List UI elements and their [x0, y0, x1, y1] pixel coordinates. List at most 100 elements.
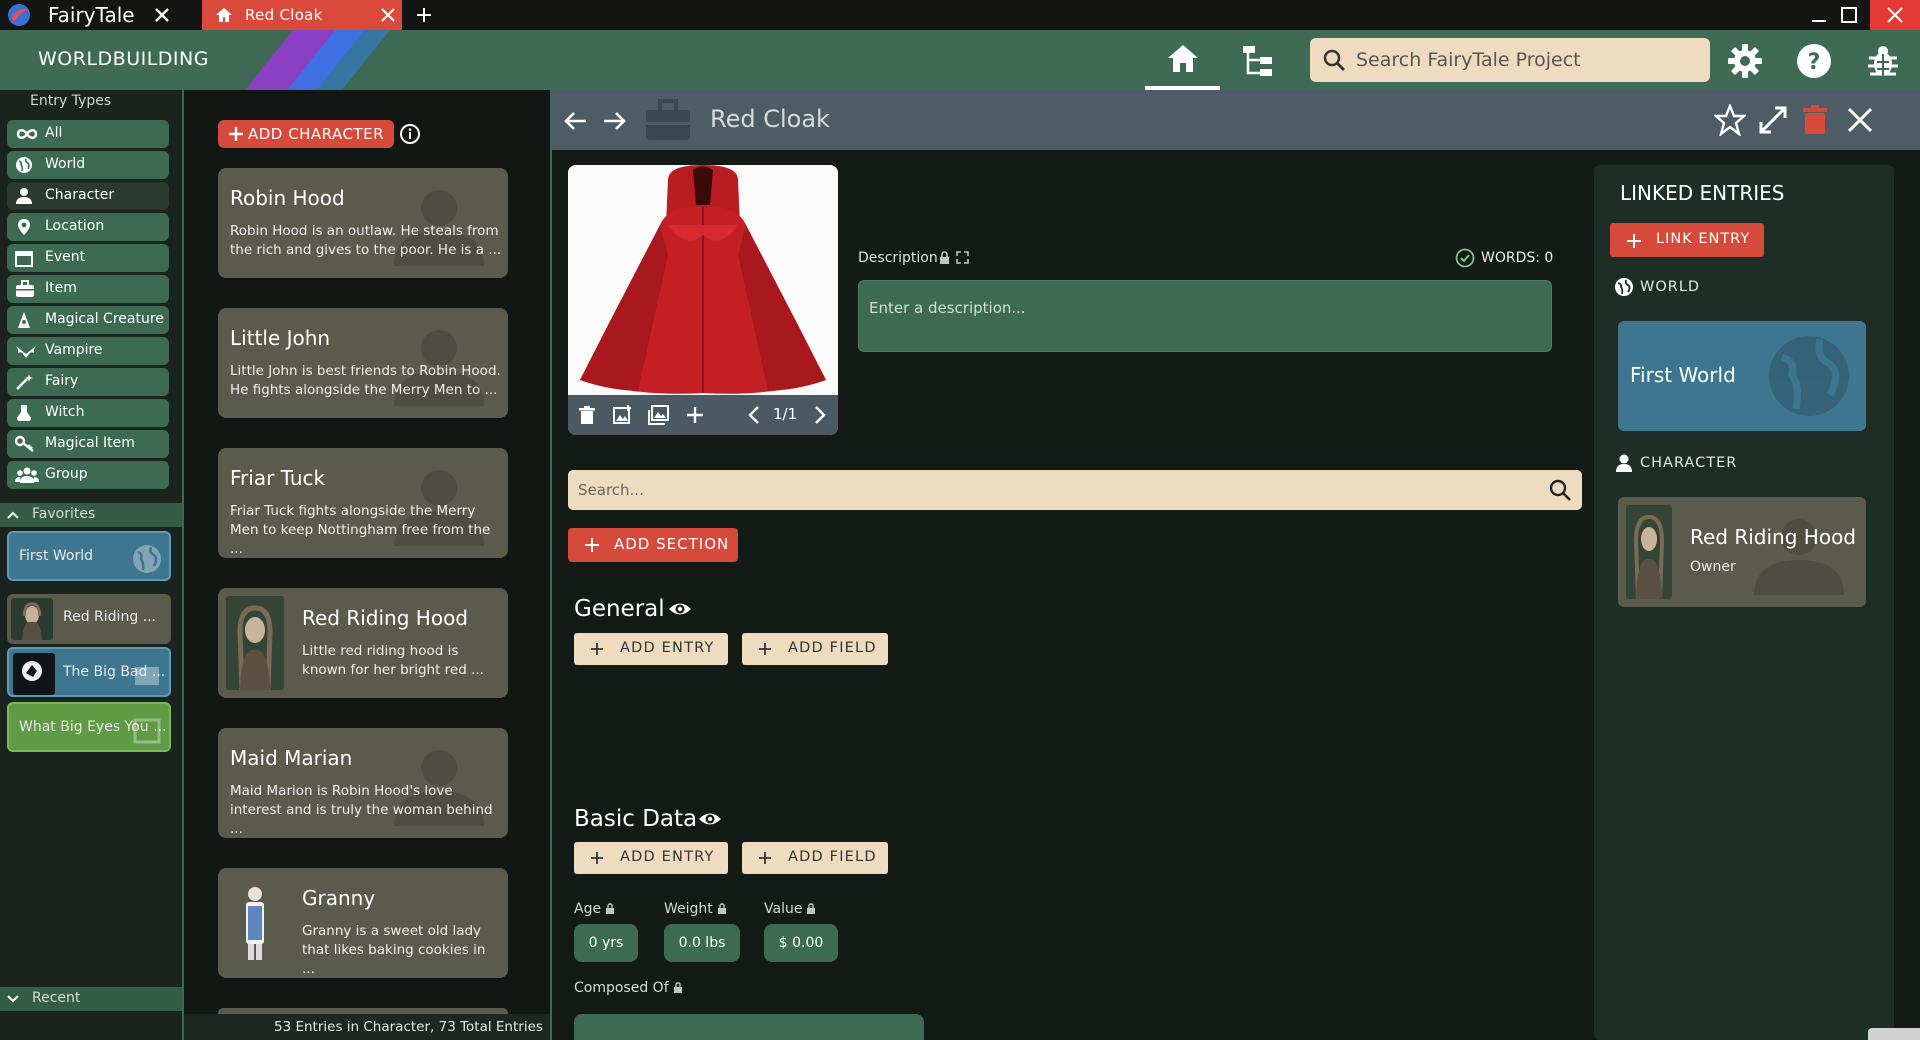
bug-icon[interactable]	[1864, 42, 1902, 80]
recent-header[interactable]: Recent	[0, 987, 182, 1011]
section-search-input[interactable]	[578, 479, 1518, 501]
back-arrow-icon[interactable]	[562, 107, 590, 135]
eye-icon[interactable]	[668, 597, 692, 621]
chevron-right-icon[interactable]	[808, 404, 830, 426]
favorite-red-riding[interactable]: Red Riding ...	[7, 594, 171, 644]
entry-description: Little red riding hood is known for her …	[302, 643, 484, 678]
wolf-thumbnail	[13, 653, 55, 695]
value-value[interactable]: $ 0.00	[764, 924, 838, 962]
type-label: Item	[45, 280, 77, 296]
section-title: WORLDBUILDING	[38, 48, 209, 70]
type-world[interactable]: World	[7, 151, 169, 179]
basic-add-entry-button[interactable]: ADD ENTRY	[574, 842, 728, 874]
lock-icon[interactable]	[717, 903, 727, 914]
linked-character-card[interactable]: Red Riding Hood Owner	[1618, 497, 1866, 607]
favorites-label: Favorites	[32, 506, 96, 522]
granny-portrait	[226, 876, 284, 970]
type-character[interactable]: Character	[7, 182, 169, 210]
add-section-label: ADD SECTION	[614, 535, 730, 553]
star-icon[interactable]	[1714, 104, 1746, 136]
type-vampire[interactable]: Vampire	[7, 337, 169, 365]
calendar-icon	[15, 251, 33, 267]
image-edit-icon[interactable]	[612, 404, 634, 426]
trash-icon[interactable]	[1799, 104, 1831, 136]
general-add-field-button[interactable]: ADD FIELD	[742, 633, 888, 665]
fullscreen-icon[interactable]	[956, 251, 969, 264]
section-title-basic-data: Basic Data	[574, 806, 698, 832]
linked-world-card[interactable]: First World	[1618, 321, 1866, 431]
entry-name: Granny	[302, 886, 376, 910]
close-app-tab-icon[interactable]	[151, 4, 173, 26]
section-title-general: General	[574, 596, 665, 622]
weight-value[interactable]: 0.0 lbs	[664, 924, 740, 962]
type-all[interactable]: All	[7, 120, 169, 148]
entry-card-robin-hood[interactable]: Robin Hood Robin Hood is an outlaw. He s…	[218, 168, 508, 278]
entry-card-maid-marian[interactable]: Maid Marian Maid Marion is Robin Hood's …	[218, 728, 508, 838]
favorite-big-eyes[interactable]: What Big Eyes You ...	[7, 702, 171, 752]
chevron-left-icon[interactable]	[744, 404, 766, 426]
nav-home[interactable]	[1145, 30, 1220, 90]
entry-card-granny[interactable]: Granny Granny is a sweet old lady that l…	[218, 868, 508, 978]
tree-view-icon[interactable]	[1240, 42, 1276, 78]
entry-description: Maid Marion is Robin Hood's love interes…	[230, 783, 493, 837]
add-image-icon[interactable]	[684, 404, 706, 426]
add-character-button[interactable]: ADD CHARACTER	[218, 120, 394, 148]
global-search-input[interactable]	[1356, 46, 1696, 74]
lock-icon[interactable]	[938, 251, 951, 264]
type-magical-item[interactable]: Magical Item	[7, 430, 169, 458]
entry-name: Maid Marian	[230, 746, 353, 770]
description-input[interactable]	[869, 299, 1539, 329]
linked-entries-panel: LINKED ENTRIES LINK ENTRY WORLD First Wo…	[1594, 165, 1894, 1040]
red-riding-hood-portrait	[226, 596, 284, 690]
general-add-entry-button[interactable]: ADD ENTRY	[574, 633, 728, 665]
minimize-icon[interactable]	[1808, 4, 1830, 26]
entry-card-red-riding-hood[interactable]: Red Riding Hood Little red riding hood i…	[218, 588, 508, 698]
description-editor[interactable]	[858, 280, 1552, 352]
forward-arrow-icon[interactable]	[600, 107, 628, 135]
lock-icon[interactable]	[806, 903, 816, 914]
type-witch[interactable]: Witch	[7, 399, 169, 427]
entry-card-little-john[interactable]: Little John Little John is best friends …	[218, 308, 508, 418]
section-search-box[interactable]	[568, 470, 1582, 510]
gear-icon[interactable]	[1726, 42, 1764, 80]
type-magical-creature[interactable]: Magical Creature	[7, 306, 169, 334]
entry-name: Red Riding Hood	[302, 606, 468, 630]
age-value[interactable]: 0 yrs	[574, 924, 638, 962]
favorites-header[interactable]: Favorites	[0, 503, 182, 527]
bat-icon	[16, 346, 36, 358]
favorite-big-bad[interactable]: The Big Bad ...	[7, 647, 171, 697]
entry-image-viewer[interactable]: 1/1	[568, 165, 838, 435]
type-fairy[interactable]: Fairy	[7, 368, 169, 396]
window-close-button[interactable]	[1870, 0, 1920, 30]
link-entry-button[interactable]: LINK ENTRY	[1610, 223, 1764, 257]
lock-icon[interactable]	[605, 903, 615, 914]
trash-icon[interactable]	[576, 404, 598, 426]
type-label: Fairy	[45, 373, 79, 389]
maximize-icon[interactable]	[1838, 4, 1860, 26]
entry-description: Little John is best friends to Robin Hoo…	[230, 363, 501, 398]
type-location[interactable]: Location	[7, 213, 169, 241]
plus-icon	[759, 643, 771, 655]
composed-of-add-button[interactable]	[574, 1014, 924, 1040]
add-section-button[interactable]: ADD SECTION	[568, 528, 738, 562]
type-item[interactable]: Item	[7, 275, 169, 303]
entry-card-friar-tuck[interactable]: Friar Tuck Friar Tuck fights alongside t…	[218, 448, 508, 558]
global-search-box[interactable]	[1310, 38, 1710, 82]
type-event[interactable]: Event	[7, 244, 169, 272]
new-tab-icon[interactable]	[413, 4, 435, 26]
basic-add-field-button[interactable]: ADD FIELD	[742, 842, 888, 874]
close-tab-icon[interactable]	[378, 5, 398, 25]
eye-icon[interactable]	[698, 807, 722, 831]
type-label: Magical Creature	[45, 311, 164, 327]
search-icon	[1323, 49, 1345, 71]
close-icon[interactable]	[1844, 104, 1876, 136]
info-icon[interactable]	[399, 123, 421, 145]
help-icon[interactable]: ?	[1795, 42, 1833, 80]
gallery-icon[interactable]	[648, 404, 670, 426]
title-bar: FairyTale Red Cloak	[0, 0, 1920, 30]
favorite-first-world[interactable]: First World	[7, 531, 171, 581]
expand-icon[interactable]	[1757, 104, 1789, 136]
tab-red-cloak[interactable]: Red Cloak	[202, 0, 402, 30]
lock-icon[interactable]	[673, 982, 683, 993]
type-group[interactable]: Group	[7, 461, 169, 489]
